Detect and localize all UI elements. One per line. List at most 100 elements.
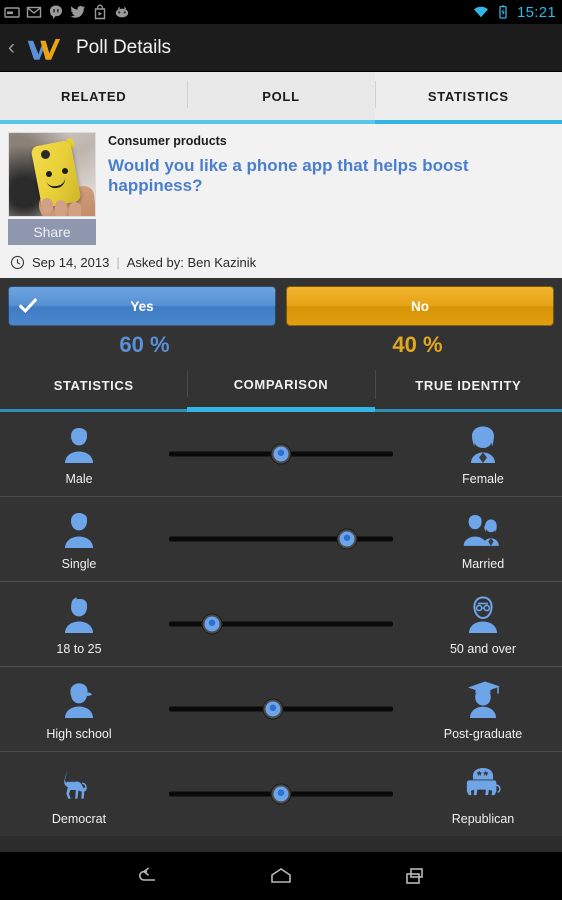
vote-percentages: 60 % 40 % (8, 332, 554, 358)
comparison-left-marital: Single (4, 508, 154, 571)
comparison-right-label: Married (461, 556, 505, 571)
action-bar: ‹ Poll Details (0, 24, 562, 72)
comparison-left-education: High school (4, 678, 154, 741)
vote-no-label: No (411, 298, 429, 314)
slider-thumb[interactable] (271, 444, 291, 464)
single-person-icon (65, 512, 93, 548)
poll-meta: Sep 14, 2013 | Asked by: Ben Kazinik (8, 245, 554, 278)
comparison-list[interactable]: Male Female Single Married 18 to 25 50 a… (0, 412, 562, 836)
comparison-right-gender: Female (408, 423, 558, 486)
comparison-row-politics: Democrat Republican (0, 752, 562, 836)
poll-card: Share Consumer products Would you like a… (0, 124, 562, 278)
gmail-icon (26, 6, 42, 18)
twitter-icon (70, 5, 85, 18)
comparison-row-education: High school Post-graduate (0, 667, 562, 752)
ticket-icon (4, 7, 20, 18)
check-icon (19, 297, 37, 314)
finger-2 (55, 200, 67, 216)
back-arrow-glyph (139, 867, 155, 881)
sub-tab-bar: STATISTICS COMPARISON TRUE IDENTITY (0, 362, 562, 412)
game-controller-icon (115, 7, 129, 18)
poll-text-block: Consumer products Would you like a phone… (108, 132, 554, 245)
comparison-slider-politics[interactable] (154, 774, 408, 814)
tab-poll[interactable]: POLL (187, 72, 375, 124)
recents-glyph (406, 868, 423, 884)
comparison-right-label: Post-graduate (443, 726, 523, 741)
comparison-right-age: 50 and over (408, 593, 558, 656)
comparison-right-marital: Married (408, 508, 558, 571)
comparison-slider-education[interactable] (154, 689, 408, 729)
back-nav-icon[interactable] (130, 861, 164, 891)
vote-no-button[interactable]: No (286, 286, 554, 326)
tab-related[interactable]: RELATED (0, 72, 188, 124)
yes-percent: 60 % (119, 332, 170, 357)
meta-separator: | (116, 255, 120, 270)
page-title: Poll Details (76, 36, 172, 58)
comparison-left-label: High school (46, 726, 112, 741)
comparison-right-label: 50 and over (449, 641, 517, 656)
comparison-left-label: Single (61, 556, 97, 571)
play-store-icon (94, 4, 106, 20)
comparison-right-politics: Republican (408, 763, 558, 826)
slider-thumb[interactable] (271, 784, 291, 804)
comparison-right-label: Republican (451, 811, 515, 826)
comparison-right-education: Post-graduate (408, 678, 558, 741)
back-chevron-icon[interactable]: ‹ (6, 37, 17, 58)
vote-yes-button[interactable]: Yes (8, 286, 276, 326)
senior-glasses-icon (469, 595, 497, 633)
hangouts-icon (50, 5, 62, 19)
status-bar: 15:21 (0, 0, 562, 24)
poll-date: Sep 14, 2013 (32, 255, 110, 270)
poll-thumbnail-smiley-phone-case[interactable] (8, 132, 96, 217)
high-school-cap-icon (65, 682, 93, 718)
comparison-row-age: 18 to 25 50 and over (0, 582, 562, 667)
comparison-slider-gender[interactable] (154, 434, 408, 474)
subtab-true-identity[interactable]: TRUE IDENTITY (374, 362, 562, 412)
slider-thumb[interactable] (263, 699, 283, 719)
married-couple-icon (463, 514, 499, 546)
comparison-row-gender: Male Female (0, 412, 562, 497)
no-percent: 40 % (392, 332, 443, 357)
vote-yes-label: Yes (130, 298, 154, 314)
status-clock: 15:21 (516, 3, 556, 21)
subtab-comparison[interactable]: COMPARISON (187, 362, 375, 412)
poll-category: Consumer products (108, 134, 227, 148)
slider-thumb[interactable] (337, 529, 357, 549)
home-glyph (271, 868, 291, 883)
comparison-slider-marital[interactable] (154, 519, 408, 559)
slider-thumb[interactable] (202, 614, 222, 634)
finger-3 (69, 202, 81, 216)
recents-nav-icon[interactable] (398, 861, 432, 891)
comparison-slider-age[interactable] (154, 604, 408, 644)
vote-area: Yes No 60 % 40 % (0, 278, 562, 362)
vote-buttons: Yes No (8, 286, 554, 326)
clock-icon (10, 255, 25, 270)
status-notification-icons (4, 4, 468, 20)
comparison-left-gender: Male (4, 423, 154, 486)
male-avatar-icon (65, 427, 93, 463)
comparison-right-label: Female (462, 471, 504, 486)
comparison-left-label: Male (65, 471, 93, 486)
finger-1 (41, 198, 53, 214)
wisdo-w-logo (27, 38, 61, 60)
share-button[interactable]: Share (8, 219, 96, 245)
comparison-left-age: 18 to 25 (4, 593, 154, 656)
home-nav-icon[interactable] (264, 861, 298, 891)
poll-question[interactable]: Would you like a phone app that helps bo… (108, 156, 554, 197)
graduation-cap-icon (468, 681, 500, 718)
system-nav-bar (0, 852, 562, 900)
young-person-icon (65, 596, 93, 633)
wifi-icon (473, 6, 488, 18)
comparison-left-politics: Democrat (4, 763, 154, 826)
poll-thumbnail-block: Share (8, 132, 96, 245)
female-avatar-icon (471, 426, 495, 463)
camera-lens (41, 150, 50, 159)
battery-charging-icon (499, 5, 507, 19)
comparison-row-marital: Single Married (0, 497, 562, 582)
poll-author: Asked by: Ben Kazinik (126, 255, 257, 270)
smiley-eye-left (46, 171, 52, 177)
comparison-left-label: 18 to 25 (56, 641, 102, 656)
comparison-left-label: Democrat (51, 811, 107, 826)
tab-statistics[interactable]: STATISTICS (374, 72, 562, 124)
subtab-statistics[interactable]: STATISTICS (0, 362, 188, 412)
